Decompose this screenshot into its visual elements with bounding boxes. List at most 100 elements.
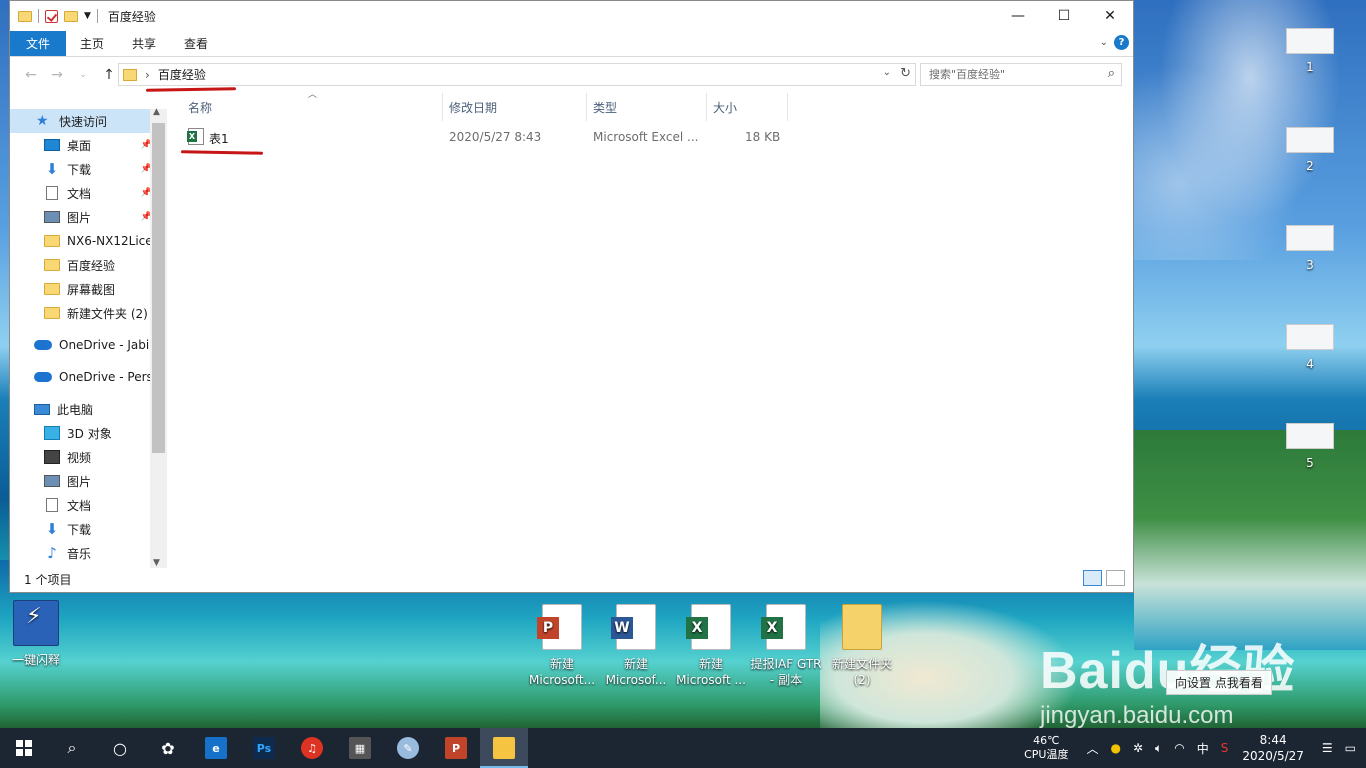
- search-input[interactable]: [929, 68, 1089, 81]
- large-icons-view-button[interactable]: [1106, 570, 1125, 586]
- file-row[interactable]: 表1 2020/5/27 8:43 Microsoft Excel ... 18…: [170, 127, 810, 149]
- file-name[interactable]: 表1: [209, 130, 229, 147]
- properties-icon[interactable]: [45, 9, 58, 23]
- desktop-icon-flash[interactable]: 一键闪释: [0, 600, 72, 668]
- system-tray: 46℃ CPU温度 ︿ ● ✲ 🔈︎ ◠ 中 S 8:44 2020/5/27 …: [1024, 728, 1366, 768]
- sidebar-item-pictures[interactable]: 图片 📌: [10, 205, 166, 229]
- sidebar-item-this-pc[interactable]: 此电脑: [10, 397, 166, 421]
- sidebar-item-desktop[interactable]: 桌面 📌: [10, 133, 166, 157]
- taskbar-app-fan[interactable]: ✿: [144, 728, 192, 768]
- virtual-desktop-thumb-1[interactable]: [1286, 28, 1334, 54]
- clock[interactable]: 8:44 2020/5/27: [1242, 732, 1304, 764]
- sidebar-item-nx-license[interactable]: NX6-NX12Licen: [10, 229, 166, 253]
- scroll-up-icon[interactable]: ▲: [153, 107, 160, 117]
- chevron-down-icon[interactable]: ⌄: [883, 67, 891, 78]
- column-header-name[interactable]: 名称: [188, 99, 212, 116]
- search-icon: ⌕: [67, 738, 77, 757]
- taskbar-app-explorer[interactable]: [480, 728, 528, 768]
- notifications-icon[interactable]: ☰: [1322, 741, 1333, 755]
- taskbar-app-paint[interactable]: ✎: [384, 728, 432, 768]
- tab-home[interactable]: 主页: [66, 31, 118, 56]
- show-hidden-icons-icon[interactable]: ︿: [1086, 740, 1098, 757]
- sidebar-item-new-folder-2[interactable]: 新建文件夹 (2): [10, 301, 166, 325]
- sidebar-scrollbar[interactable]: ▲ ▼: [150, 107, 167, 568]
- sidebar-item-baidu-jingyan[interactable]: 百度经验: [10, 253, 166, 277]
- forward-arrow-icon[interactable]: →: [44, 67, 70, 83]
- close-button[interactable]: ✕: [1087, 1, 1133, 31]
- desktop-icon-xls[interactable]: 新建 Microsoft ...: [675, 604, 747, 688]
- tab-share[interactable]: 共享: [118, 31, 170, 56]
- tab-file[interactable]: 文件: [10, 31, 67, 56]
- desktop-icon-folder[interactable]: 新建文件夹 (2): [826, 604, 898, 688]
- column-header-type[interactable]: 类型: [593, 99, 617, 116]
- taskbar-app-powerpoint[interactable]: P: [432, 728, 480, 768]
- breadcrumb[interactable]: 百度经验: [158, 66, 206, 83]
- ime-indicator[interactable]: 中: [1197, 740, 1209, 757]
- sogou-icon[interactable]: S: [1221, 741, 1229, 755]
- sidebar-item-pictures-pc[interactable]: 图片: [10, 469, 166, 493]
- sidebar-item-documents-pc[interactable]: 文档: [10, 493, 166, 517]
- column-divider[interactable]: [586, 93, 587, 121]
- desktop-icon-gtr[interactable]: 提报IAF GTR - 副本: [750, 604, 822, 688]
- sidebar-item-onedrive-personal[interactable]: OneDrive - Perso: [10, 365, 166, 389]
- cpu-temperature[interactable]: 46℃ CPU温度: [1024, 734, 1068, 762]
- scrollbar-thumb[interactable]: [152, 123, 165, 453]
- sidebar-item-music[interactable]: ♪ 音乐: [10, 541, 166, 565]
- folder-icon: [842, 604, 882, 650]
- column-divider[interactable]: [787, 93, 788, 121]
- recent-locations-icon[interactable]: ⌄: [70, 70, 96, 80]
- back-arrow-icon[interactable]: ←: [18, 67, 44, 83]
- minimize-button[interactable]: —: [995, 1, 1041, 31]
- virtual-desktop-thumb-3[interactable]: [1286, 225, 1334, 251]
- taskbar-app-photoshop[interactable]: Ps: [240, 728, 288, 768]
- search-box[interactable]: ⌕: [920, 63, 1122, 86]
- start-button[interactable]: [0, 728, 48, 768]
- search-icon[interactable]: ⌕: [1108, 66, 1115, 81]
- virtual-desktop-thumb-4[interactable]: [1286, 324, 1334, 350]
- ribbon-right: ⌄ ?: [1100, 35, 1129, 50]
- taskbar-app-netease[interactable]: ♫: [288, 728, 336, 768]
- folder-icon: [44, 307, 60, 319]
- sidebar-item-label: 图片: [67, 210, 92, 225]
- sidebar-item-downloads[interactable]: ⬇ 下载 📌: [10, 157, 166, 181]
- maximize-button[interactable]: ☐: [1041, 1, 1087, 31]
- refresh-icon[interactable]: ↻: [900, 66, 911, 81]
- task-view-button[interactable]: ○: [96, 728, 144, 768]
- column-divider[interactable]: [442, 93, 443, 121]
- virtual-desktop-thumb-5[interactable]: [1286, 423, 1334, 449]
- column-divider[interactable]: [706, 93, 707, 121]
- taskbar-app-edge[interactable]: e: [192, 728, 240, 768]
- details-view-button[interactable]: [1083, 570, 1102, 586]
- sidebar-item-downloads-pc[interactable]: ⬇ 下载: [10, 517, 166, 541]
- security-icon[interactable]: ●: [1110, 741, 1120, 755]
- excel-file-icon: [187, 128, 204, 145]
- virtual-desktop-thumb-2[interactable]: [1286, 127, 1334, 153]
- sidebar-item-onedrive-jabil[interactable]: OneDrive - Jabil: [10, 333, 166, 357]
- action-center-icon[interactable]: ▭: [1345, 741, 1356, 755]
- volume-icon[interactable]: 🔈︎: [1155, 741, 1162, 756]
- title-bar[interactable]: ▼ 百度经验 — ☐ ✕: [10, 1, 1133, 31]
- desktop-icon-ppt[interactable]: 新建 Microsoft...: [526, 604, 598, 688]
- address-bar[interactable]: › 百度经验 ⌄ ↻: [118, 63, 916, 86]
- chevron-down-icon[interactable]: ▼: [84, 11, 91, 21]
- network-icon[interactable]: ◠: [1174, 741, 1184, 755]
- search-button[interactable]: ⌕: [48, 728, 96, 768]
- sidebar-item-screenshots[interactable]: 屏幕截图: [10, 277, 166, 301]
- ime-settings-icon[interactable]: ✲: [1133, 741, 1143, 755]
- help-icon[interactable]: ?: [1114, 35, 1129, 50]
- desktop-icon-doc[interactable]: 新建 Microsof...: [600, 604, 672, 688]
- windows-logo-icon: [16, 740, 32, 756]
- chevron-right-icon[interactable]: ›: [145, 68, 150, 82]
- window-controls: — ☐ ✕: [995, 1, 1133, 31]
- new-folder-icon[interactable]: [64, 10, 78, 22]
- taskbar-app-calculator[interactable]: ▦: [336, 728, 384, 768]
- column-header-size[interactable]: 大小: [713, 99, 737, 116]
- sidebar-item-documents[interactable]: 文档 📌: [10, 181, 166, 205]
- pc-icon: [34, 403, 50, 415]
- sidebar-item-quick-access[interactable]: ★ 快速访问: [10, 109, 166, 133]
- expand-ribbon-icon[interactable]: ⌄: [1100, 37, 1108, 48]
- sidebar-item-videos[interactable]: 视频: [10, 445, 166, 469]
- column-header-modified[interactable]: 修改日期: [449, 99, 497, 116]
- sidebar-item-3d-objects[interactable]: 3D 对象: [10, 421, 166, 445]
- tab-view[interactable]: 查看: [170, 31, 222, 56]
